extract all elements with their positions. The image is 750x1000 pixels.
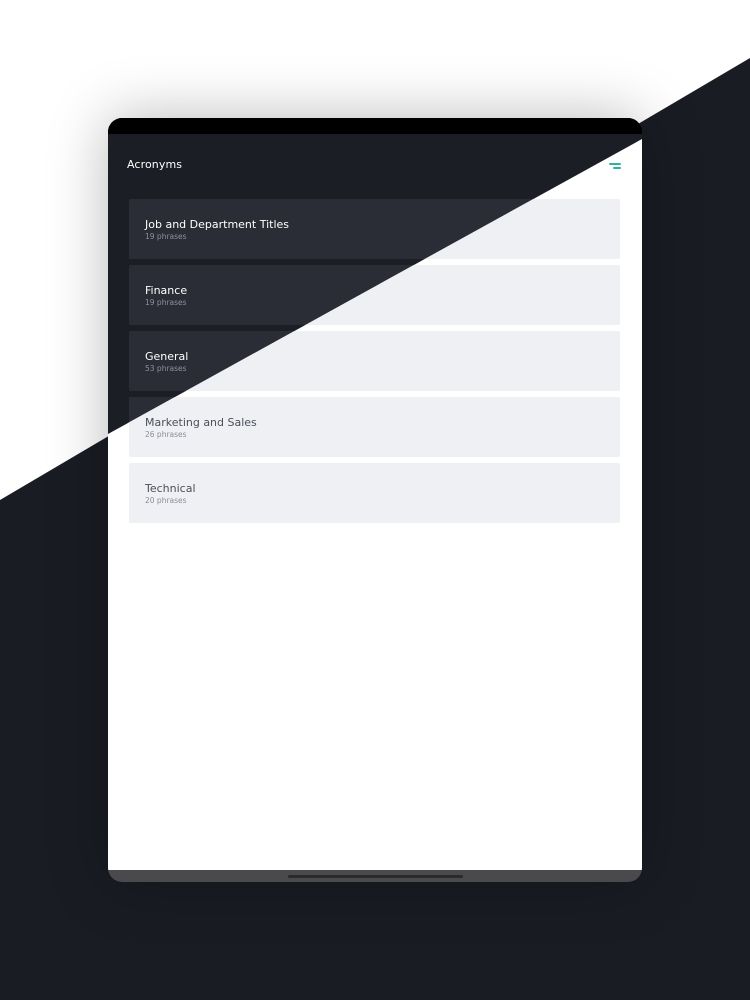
category-item[interactable]: Marketing and Sales 26 phrases (129, 397, 620, 457)
menu-line (609, 163, 621, 165)
category-title: Job and Department Titles (145, 218, 290, 231)
home-indicator[interactable] (288, 875, 463, 878)
category-title: Marketing and Sales (145, 416, 257, 429)
category-count: 53 phrases (145, 364, 187, 373)
category-item[interactable]: Technical 20 phrases (129, 463, 620, 523)
category-count: 19 phrases (145, 298, 187, 307)
app-title: Acronyms (127, 158, 183, 171)
app-screen: Acronyms Job and Department Titles 19 ph… (108, 134, 642, 870)
category-count: 19 phrases (145, 232, 187, 241)
category-count: 26 phrases (145, 430, 187, 439)
app-header: Acronyms (127, 158, 621, 178)
category-title: Technical (145, 482, 196, 495)
device-status-bar (108, 118, 642, 134)
category-title: Finance (145, 284, 188, 297)
tablet-device: Acronyms Job and Department Titles 19 ph… (108, 118, 642, 882)
device-bottom-bezel (108, 870, 642, 882)
category-count: 20 phrases (145, 496, 187, 505)
category-title: General (145, 350, 189, 363)
menu-line (613, 167, 621, 169)
menu-icon[interactable] (607, 160, 621, 172)
